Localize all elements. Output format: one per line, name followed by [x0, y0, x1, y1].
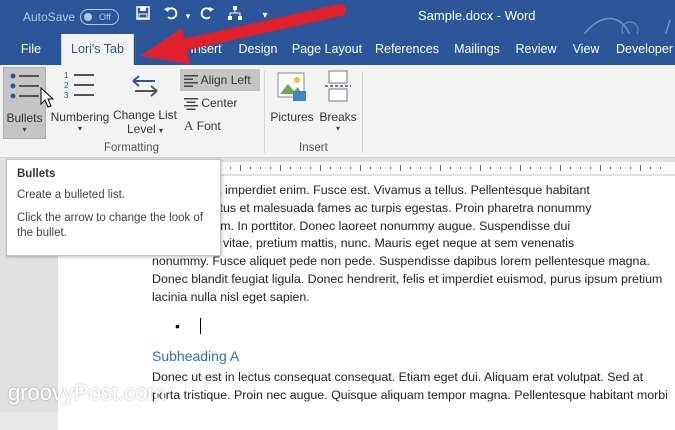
text-caret [200, 318, 201, 334]
text-line: nectus et netus et malesuada fames ac tu… [152, 200, 592, 215]
bullets-label: Bullets [6, 111, 43, 125]
text-line: Donec blandit feugiat ligula. Donec hend… [152, 271, 663, 286]
tab-references[interactable]: References [374, 34, 440, 65]
breaks-label: Breaks [319, 110, 357, 124]
tooltip-title: Bullets [17, 168, 56, 180]
tab-file[interactable]: File [14, 34, 48, 65]
tooltip-description: Create a bulleted list. [17, 189, 126, 201]
watermark: groovyPost.com [8, 380, 166, 405]
tooltip-hint: Click the arrow to change the look of th… [17, 212, 204, 239]
breaks-button[interactable]: Breaks ▾ [318, 67, 358, 139]
pictures-icon [277, 72, 306, 101]
text-line: porta tristique. Proin nec augue. Quisqu… [152, 387, 668, 402]
autosave-toggle[interactable]: Off [80, 9, 119, 25]
change-list-level-icon [132, 75, 158, 97]
toggle-knob [84, 13, 92, 21]
change-list-level-text: Level [126, 122, 156, 136]
font-icon: A [184, 118, 194, 133]
numbering-dropdown-icon[interactable]: ▾ [50, 124, 110, 133]
text-line: ean nec lorem. In porttitor. Donec laore… [152, 218, 571, 233]
text-line: Nunc viverra imperdiet enim. Fusce est. … [152, 183, 590, 197]
list-bullet: • [175, 318, 180, 334]
body-paragraph-1[interactable]: Nunc viverra imperdiet enim. Fusce est. … [152, 182, 675, 307]
font-button[interactable]: A Font [180, 115, 260, 137]
tab-mailings[interactable]: Mailings [450, 34, 504, 65]
tab-developer[interactable]: Developer [614, 34, 675, 65]
group-separator [264, 71, 265, 153]
change-list-dropdown-icon[interactable]: ▾ [159, 126, 163, 135]
bullets-icon [10, 73, 39, 99]
bullets-tooltip: Bullets Create a bulleted list. Click th… [6, 159, 221, 256]
text-line: Donec ut est in lectus consequat consequ… [152, 370, 644, 384]
autosave-label: AutoSave [23, 10, 76, 24]
center-label: Center [201, 96, 238, 110]
align-left-icon [184, 74, 198, 87]
tab-view[interactable]: View [568, 34, 604, 65]
change-list-level-button[interactable]: Change List Level ▾ [112, 67, 178, 139]
font-label: Font [196, 119, 221, 133]
horizontal-ruler[interactable] [200, 162, 675, 174]
text-line: lacinia nulla nisl eget sapien. [152, 289, 310, 304]
center-button[interactable]: Center [180, 92, 260, 114]
text-line: at, vulputate vitae, pretium mattis, nun… [152, 236, 575, 251]
autosave-state: Off [99, 12, 111, 22]
ribbon: Bullets ▾ 1 2 3 Numbering ▾ Change List … [0, 65, 675, 158]
group-separator [362, 71, 363, 153]
svg-text:1: 1 [64, 71, 69, 80]
svg-text:3: 3 [64, 91, 69, 100]
tab-loris-tab[interactable]: Lori's Tab [61, 34, 134, 65]
numbering-label: Numbering [50, 110, 110, 124]
breaks-dropdown-icon[interactable]: ▾ [318, 124, 358, 133]
subheading[interactable]: Subheading A [152, 348, 239, 364]
pictures-button[interactable]: Pictures [268, 67, 316, 139]
align-center-icon [184, 97, 198, 110]
bullets-dropdown-icon[interactable]: ▾ [4, 125, 45, 134]
svg-text:2: 2 [64, 81, 69, 90]
pictures-label: Pictures [270, 110, 314, 124]
align-left-label: Align Left [200, 73, 251, 87]
text-line: nonummy. Fusce aliquet pede non pede. Su… [152, 254, 650, 269]
formatting-group-label: Formatting [104, 142, 159, 154]
change-list-label-2: Level ▾ [112, 122, 178, 136]
breaks-icon [325, 70, 351, 102]
numbering-button[interactable]: 1 2 3 Numbering ▾ [50, 67, 110, 139]
red-arrow-icon [140, 4, 346, 64]
change-list-label-1: Change List [112, 108, 178, 122]
tab-review[interactable]: Review [514, 34, 558, 65]
body-paragraph-2[interactable]: Donec ut est in lectus consequat consequ… [152, 369, 675, 405]
numbering-icon: 1 2 3 [64, 71, 94, 100]
document-title: Sample.docx - Word [418, 8, 536, 23]
align-left-button[interactable]: Align Left [180, 69, 260, 91]
insert-group-label: Insert [299, 142, 328, 154]
